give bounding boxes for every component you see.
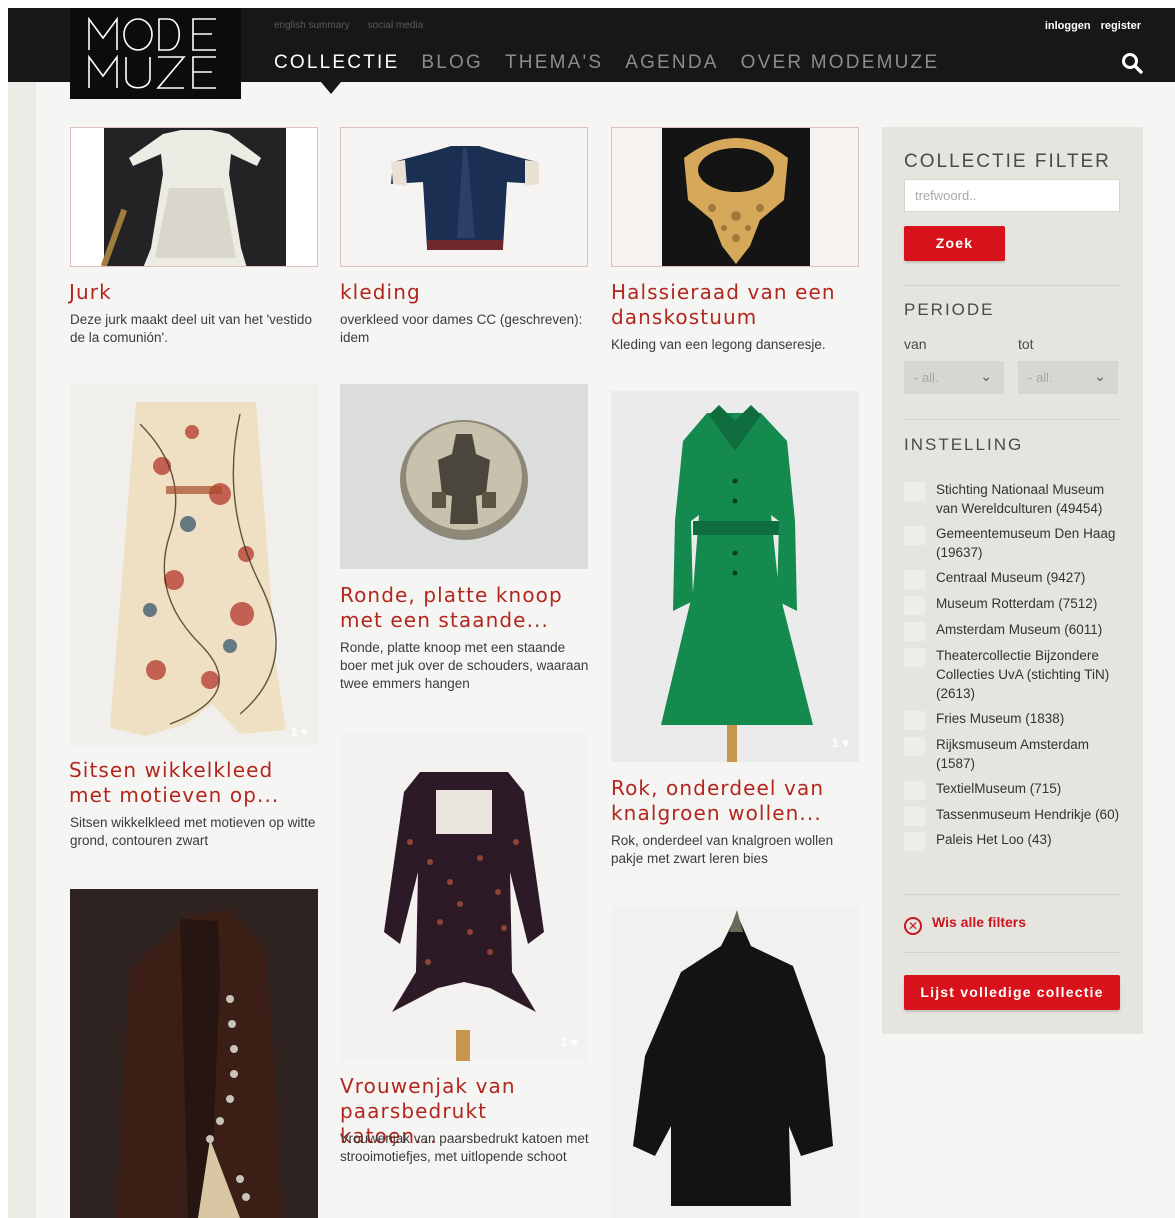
social-media-link[interactable]: social media bbox=[368, 20, 424, 31]
institution-label: Rijksmuseum Amsterdam (1587) bbox=[936, 737, 1090, 771]
institution-item[interactable]: Stichting Nationaal Museum van Wereldcul… bbox=[904, 480, 1120, 518]
item-title-knoop[interactable]: Ronde, platte knoop met een staande... bbox=[340, 583, 590, 633]
checkbox[interactable] bbox=[904, 570, 925, 589]
item-image-vrouwenjak[interactable]: 1 ♥ bbox=[340, 732, 588, 1061]
institution-item[interactable]: TextielMuseum (715) bbox=[904, 779, 1120, 800]
modemuze-logo-mark bbox=[88, 16, 216, 89]
item-image-sitsen-wikkelkleed[interactable]: 1 ♥ bbox=[70, 384, 318, 745]
institution-label: Gemeentemuseum Den Haag (19637) bbox=[936, 526, 1116, 560]
left-gutter bbox=[8, 82, 36, 1218]
to-label: tot bbox=[1018, 336, 1034, 352]
chevron-down-icon: ⌄ bbox=[980, 368, 992, 384]
divider bbox=[904, 285, 1120, 286]
item-title-kleding[interactable]: kleding bbox=[340, 280, 421, 305]
checkbox[interactable] bbox=[904, 648, 925, 667]
institution-label: Stichting Nationaal Museum van Wereldcul… bbox=[936, 482, 1105, 516]
divider bbox=[904, 894, 1120, 895]
item-image-jurk[interactable] bbox=[70, 127, 318, 267]
checkbox[interactable] bbox=[904, 711, 925, 730]
institution-label: Paleis Het Loo (43) bbox=[936, 832, 1052, 847]
checkbox[interactable] bbox=[904, 526, 925, 545]
institution-label: TextielMuseum (715) bbox=[936, 781, 1062, 796]
to-select[interactable]: - all. ⌄ bbox=[1018, 361, 1118, 394]
item-title-sitsen-wikkelkleed[interactable]: Sitsen wikkelkleed met motieven op... bbox=[69, 758, 319, 808]
divider bbox=[904, 419, 1120, 420]
nav-blog[interactable]: BLOG bbox=[421, 52, 483, 74]
checkbox[interactable] bbox=[904, 482, 925, 501]
to-select-value: - all. bbox=[1028, 370, 1053, 385]
institution-label: Theatercollectie Bijzondere Collecties U… bbox=[936, 648, 1110, 701]
from-select[interactable]: - all. ⌄ bbox=[904, 361, 1004, 394]
search-icon[interactable] bbox=[1121, 52, 1143, 74]
nav-over-modemuze[interactable]: OVER MODEMUZE bbox=[741, 52, 940, 74]
like-count: 1 ♥ bbox=[560, 1035, 578, 1049]
item-title-rok-groen[interactable]: Rok, onderdeel van knalgroen wollen... bbox=[611, 776, 861, 826]
item-desc-knoop: Ronde, platte knoop met een staande boer… bbox=[340, 640, 589, 691]
nav-themas[interactable]: THEMA'S bbox=[505, 52, 603, 74]
checkbox[interactable] bbox=[904, 622, 925, 641]
like-count: 1 ♥ bbox=[290, 725, 308, 739]
item-image-herenjas[interactable] bbox=[70, 889, 318, 1218]
main-nav: COLLECTIE BLOG THEMA'S AGENDA OVER MODEMUZE bbox=[274, 52, 961, 74]
chevron-down-icon: ⌄ bbox=[1094, 368, 1106, 384]
item-desc-jurk: Deze jurk maakt deel uit van het 'vestid… bbox=[70, 312, 312, 345]
active-nav-caret bbox=[321, 82, 341, 94]
institution-label: Fries Museum (1838) bbox=[936, 711, 1065, 726]
nav-collectie[interactable]: COLLECTIE bbox=[274, 52, 399, 74]
institution-item[interactable]: Amsterdam Museum (6011) bbox=[904, 620, 1120, 641]
institution-item[interactable]: Museum Rotterdam (7512) bbox=[904, 594, 1120, 615]
institution-item[interactable]: Gemeentemuseum Den Haag (19637) bbox=[904, 524, 1120, 562]
divider bbox=[904, 952, 1120, 953]
institution-label: Amsterdam Museum (6011) bbox=[936, 622, 1103, 637]
institution-item[interactable]: Theatercollectie Bijzondere Collecties U… bbox=[904, 646, 1120, 703]
institution-item[interactable]: Rijksmuseum Amsterdam (1587) bbox=[904, 735, 1120, 773]
collection-filter-sidebar: COLLECTIE FILTER trefwoord.. Zoek PERIOD… bbox=[882, 127, 1143, 1034]
item-image-kleding[interactable] bbox=[340, 127, 588, 267]
language-links: english summary social media bbox=[274, 20, 441, 31]
like-count: 1 ♥ bbox=[831, 736, 849, 750]
institution-label: Centraal Museum (9427) bbox=[936, 570, 1086, 585]
item-desc-kleding: overkleed voor dames CC (geschreven): id… bbox=[340, 312, 583, 345]
item-title-halssieraad[interactable]: Halssieraad van een danskostuum bbox=[611, 280, 861, 330]
full-collection-button[interactable]: Lijst volledige collectie bbox=[904, 975, 1120, 1010]
clear-filters-link[interactable]: ✕ Wis alle filters bbox=[904, 914, 1026, 935]
checkbox[interactable] bbox=[904, 781, 925, 800]
item-image-knoop[interactable] bbox=[340, 384, 588, 569]
item-title-jurk[interactable]: Jurk bbox=[69, 280, 112, 305]
item-image-bontjas[interactable] bbox=[611, 906, 859, 1218]
institution-list: Stichting Nationaal Museum van Wereldcul… bbox=[904, 480, 1120, 851]
institution-title: INSTELLING bbox=[904, 435, 1024, 454]
institution-item[interactable]: Fries Museum (1838) bbox=[904, 709, 1120, 730]
item-desc-halssieraad: Kleding van een legong danseresje. bbox=[611, 337, 826, 352]
clear-filters-label: Wis alle filters bbox=[932, 914, 1027, 930]
auth-links: inloggen register bbox=[1035, 20, 1141, 32]
checkbox[interactable] bbox=[904, 832, 925, 851]
from-label: van bbox=[904, 336, 927, 352]
institution-label: Tassenmuseum Hendrikje (60) bbox=[936, 807, 1120, 822]
period-title: PERIODE bbox=[904, 300, 995, 319]
item-desc-rok-groen: Rok, onderdeel van knalgroen wollen pakj… bbox=[611, 833, 834, 866]
search-button[interactable]: Zoek bbox=[904, 226, 1005, 261]
register-link[interactable]: register bbox=[1101, 20, 1141, 32]
item-desc-sitsen-wikkelkleed: Sitsen wikkelkleed met motieven op witte… bbox=[70, 815, 316, 848]
checkbox[interactable] bbox=[904, 596, 925, 615]
logo[interactable] bbox=[70, 8, 241, 99]
checkbox[interactable] bbox=[904, 807, 925, 826]
keyword-input[interactable]: trefwoord.. bbox=[904, 179, 1120, 212]
institution-item[interactable]: Centraal Museum (9427) bbox=[904, 568, 1120, 589]
nav-agenda[interactable]: AGENDA bbox=[625, 52, 718, 74]
institution-label: Museum Rotterdam (7512) bbox=[936, 596, 1098, 611]
filter-title: COLLECTIE FILTER bbox=[904, 151, 1111, 172]
checkbox[interactable] bbox=[904, 737, 925, 756]
item-image-halssieraad[interactable] bbox=[611, 127, 859, 267]
item-desc-vrouwenjak: Vrouwenjak van paarsbedrukt katoen met s… bbox=[340, 1131, 589, 1164]
institution-item[interactable]: Paleis Het Loo (43) bbox=[904, 830, 1120, 851]
english-summary-link[interactable]: english summary bbox=[274, 20, 350, 31]
login-link[interactable]: inloggen bbox=[1045, 20, 1091, 32]
from-select-value: - all. bbox=[914, 370, 939, 385]
institution-item[interactable]: Tassenmuseum Hendrikje (60) bbox=[904, 805, 1120, 826]
close-circle-icon: ✕ bbox=[904, 917, 922, 935]
item-image-rok-groen[interactable]: 1 ♥ bbox=[611, 391, 859, 762]
